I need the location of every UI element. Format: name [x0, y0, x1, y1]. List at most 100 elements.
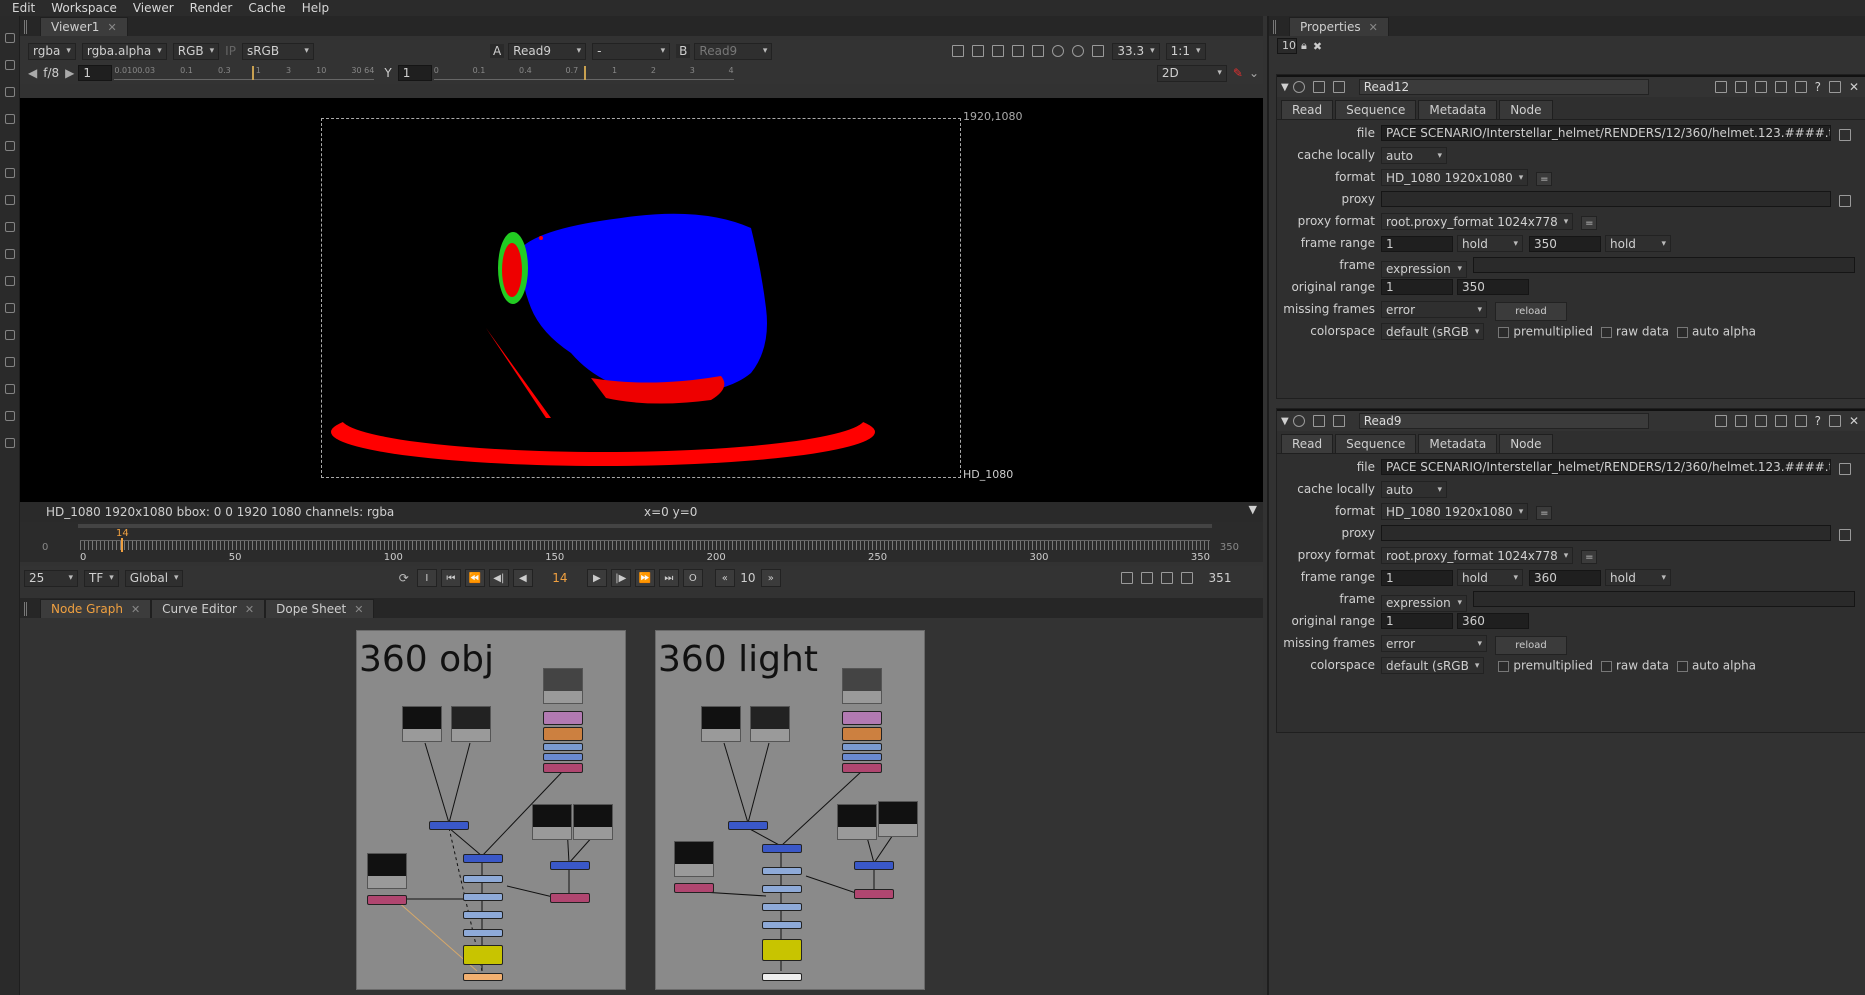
frame-mode-select[interactable]: expression	[1381, 260, 1467, 278]
before-select[interactable]: hold	[1457, 569, 1523, 586]
output-node[interactable]	[762, 939, 802, 961]
float-icon[interactable]	[1828, 81, 1841, 93]
proxy-format-edit-button[interactable]: =	[1581, 216, 1598, 230]
float-icon[interactable]	[1828, 415, 1841, 427]
file-input[interactable]: PACE SCENARIO/Interstellar_helmet/RENDER…	[1381, 125, 1831, 141]
frame-range-start-input[interactable]: 1	[1381, 569, 1453, 586]
undo-icon[interactable]	[1754, 415, 1767, 427]
tab-node[interactable]: Node	[1499, 434, 1553, 453]
auto-alpha-checkbox[interactable]	[1676, 326, 1688, 338]
color-node[interactable]	[543, 753, 583, 761]
read-node-thumbnail[interactable]	[842, 668, 882, 704]
close-icon[interactable]: ✕	[1849, 414, 1859, 428]
node-name-input[interactable]: Read9	[1358, 413, 1649, 429]
in-point-button[interactable]: I	[416, 569, 437, 587]
fstop-right-arrow-icon[interactable]: ▶	[65, 66, 74, 80]
time-tool-icon[interactable]	[5, 87, 15, 97]
gain-slider-handle[interactable]	[252, 66, 255, 80]
tab-metadata[interactable]: Metadata	[1418, 434, 1498, 453]
colorspace-select[interactable]: default (sRGB	[1381, 323, 1485, 340]
roi-icon[interactable]	[952, 45, 965, 57]
color-node[interactable]	[543, 743, 583, 751]
format-edit-button[interactable]: =	[1536, 172, 1553, 186]
tab-dope-sheet[interactable]: Dope Sheet ✕	[265, 599, 375, 618]
viewer-toggle-icon[interactable]	[1292, 415, 1305, 427]
redo-icon[interactable]	[1774, 415, 1787, 427]
pause-icon[interactable]	[1092, 45, 1105, 57]
pointer-tool-icon[interactable]	[5, 33, 15, 43]
proxy-input[interactable]	[1381, 191, 1831, 207]
channel-tool-icon[interactable]	[5, 114, 15, 124]
play-backward-icon[interactable]: ◀	[512, 569, 533, 587]
write-node[interactable]	[674, 883, 714, 893]
merge-node[interactable]	[762, 844, 802, 853]
proxy-format-select[interactable]: root.proxy_format 1024x778	[1381, 547, 1574, 564]
prev-keyframe-icon[interactable]: ⏪	[464, 569, 485, 587]
cache-locally-select[interactable]: auto	[1381, 481, 1447, 498]
color-node[interactable]	[762, 885, 802, 893]
menu-workspace[interactable]: Workspace	[43, 1, 125, 15]
gamma-slider-handle[interactable]	[583, 66, 586, 80]
color-node[interactable]	[762, 903, 802, 911]
status-dropdown-icon[interactable]: ▼	[1249, 503, 1257, 516]
last-frame-field[interactable]: 351	[1197, 571, 1243, 585]
display-select[interactable]: RGB	[172, 42, 220, 60]
out-point-button[interactable]: O	[682, 569, 703, 587]
ip-button[interactable]: IP	[225, 44, 236, 58]
gamma-input[interactable]: 1	[397, 65, 432, 81]
lut-select[interactable]: sRGB	[241, 42, 314, 60]
fstop-left-arrow-icon[interactable]: ◀	[28, 66, 37, 80]
next-keyframe-icon[interactable]: ⏩	[634, 569, 655, 587]
pane-grip-icon[interactable]	[24, 602, 34, 616]
original-end-input[interactable]: 360	[1457, 613, 1529, 629]
edit-icon[interactable]	[1714, 81, 1727, 93]
read-node-thumbnail[interactable]	[367, 853, 407, 889]
tab-node-graph[interactable]: Node Graph ✕	[40, 599, 152, 618]
menu-viewer[interactable]: Viewer	[125, 1, 182, 15]
grade-node[interactable]	[842, 711, 882, 725]
transform-tool-icon[interactable]	[5, 249, 15, 259]
missing-frames-select[interactable]: error	[1381, 301, 1487, 318]
merge-node[interactable]	[429, 821, 469, 830]
collapse-icon[interactable]: ▼	[1281, 416, 1289, 427]
refresh-icon[interactable]	[1052, 45, 1065, 57]
grade-node[interactable]	[842, 727, 882, 741]
merge-node[interactable]	[728, 821, 768, 830]
read-node-thumbnail[interactable]	[573, 804, 613, 840]
proxy-input[interactable]	[1381, 525, 1831, 541]
lock-tool-icon[interactable]	[5, 411, 15, 421]
next-frame-icon[interactable]: |▶	[610, 569, 631, 587]
viewer-toggle-icon[interactable]	[1292, 81, 1305, 93]
help-icon[interactable]: ?	[1815, 414, 1821, 428]
tab-sequence[interactable]: Sequence	[1335, 434, 1417, 453]
frame-range-start-input[interactable]: 1	[1381, 235, 1453, 252]
grade-node[interactable]	[543, 711, 583, 725]
write-node[interactable]	[550, 893, 590, 903]
merge-node[interactable]	[854, 861, 894, 870]
first-frame-icon[interactable]: ⏮	[440, 569, 461, 587]
backdrop-360-obj[interactable]: 360 obj	[356, 630, 626, 990]
frame-expression-input[interactable]	[1473, 257, 1855, 273]
auto-alpha-checkbox[interactable]	[1676, 660, 1688, 672]
channels-select[interactable]: rgba	[28, 42, 76, 60]
reload-button[interactable]: reload	[1495, 635, 1567, 655]
toolsets-icon[interactable]	[5, 357, 15, 367]
fps-select[interactable]: 25	[24, 569, 78, 587]
menu-help[interactable]: Help	[294, 1, 337, 15]
merge-tool-icon[interactable]	[5, 222, 15, 232]
lock-icon[interactable]: 🔒︎	[1301, 39, 1307, 53]
write-node[interactable]	[543, 763, 583, 773]
color-node[interactable]	[762, 921, 802, 929]
paint-brush-icon[interactable]: ✎	[1233, 66, 1243, 80]
folder-icon[interactable]	[1839, 195, 1851, 207]
clip-icon[interactable]	[1012, 45, 1025, 57]
premultiplied-checkbox[interactable]	[1498, 660, 1510, 672]
read-node-thumbnail[interactable]	[701, 706, 741, 742]
pane-grip-icon[interactable]	[24, 20, 34, 34]
flipbook-icon[interactable]	[1121, 572, 1133, 584]
proxy-format-edit-button[interactable]: =	[1581, 550, 1598, 564]
gain-input[interactable]: 1	[78, 65, 113, 81]
revert-icon[interactable]	[1794, 415, 1807, 427]
lock-icon[interactable]	[1161, 572, 1173, 584]
format-select[interactable]: HD_1080 1920x1080	[1381, 503, 1529, 520]
